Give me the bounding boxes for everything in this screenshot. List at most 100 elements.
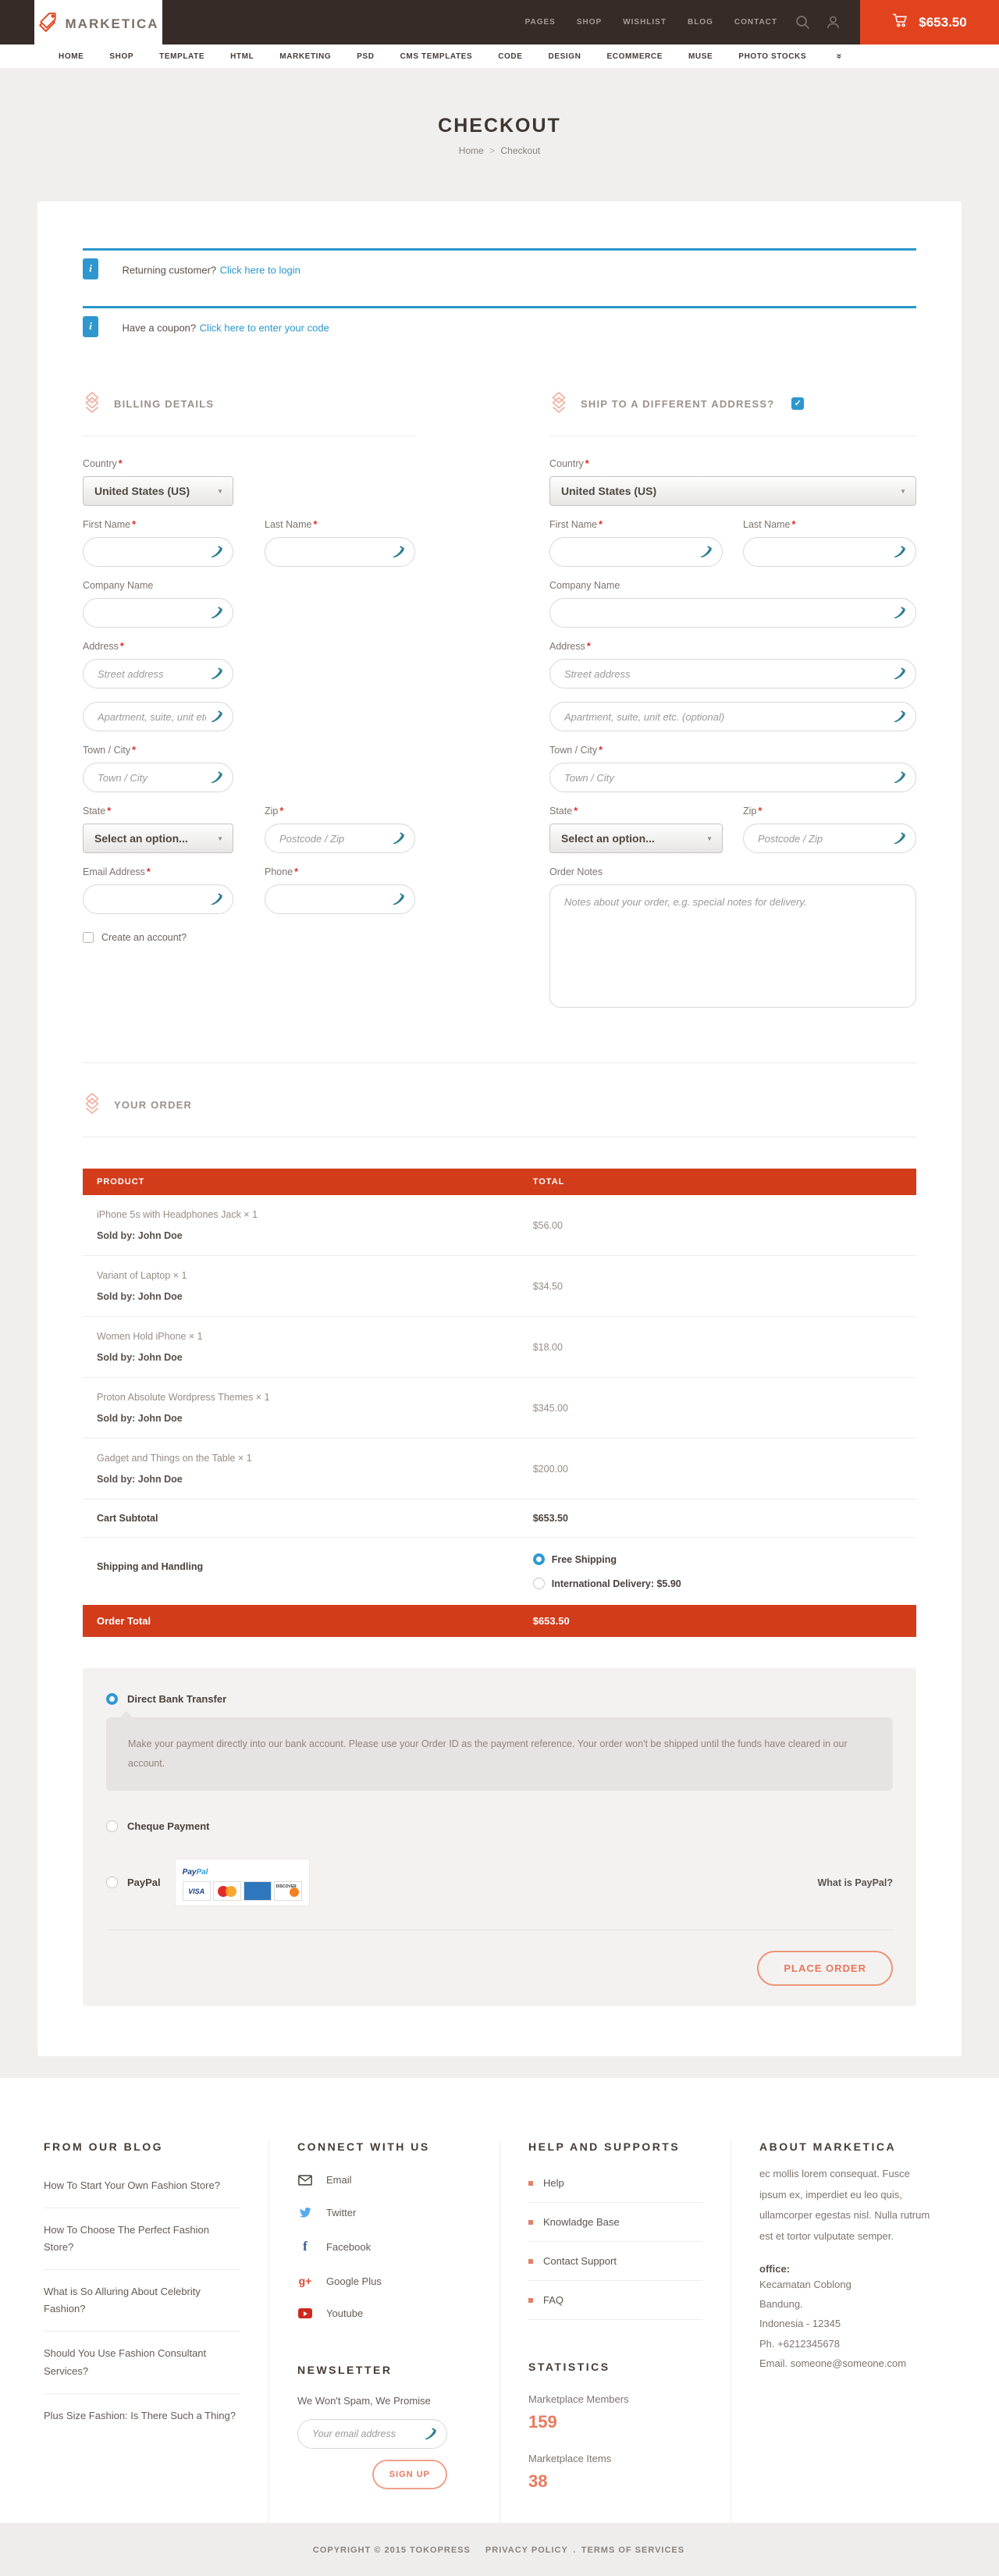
help-link[interactable]: Knowladge Base xyxy=(528,2203,702,2242)
free-shipping-radio[interactable] xyxy=(533,1553,545,1565)
billing-country-select[interactable]: United States (US)▼ xyxy=(83,476,233,506)
user-icon[interactable] xyxy=(825,14,841,30)
coupon-link[interactable]: Click here to enter your code xyxy=(200,322,329,334)
returning-customer-notice: i Returning customer? Click here to logi… xyxy=(83,248,916,300)
nav-muse[interactable]: MUSE xyxy=(688,52,713,61)
search-icon[interactable] xyxy=(795,14,811,30)
topnav-contact[interactable]: CONTACT xyxy=(734,18,777,27)
billing-heading: BILLING DETAILS xyxy=(114,398,214,410)
product-name: Proton Absolute Wordpress Themes × 1 xyxy=(97,1392,519,1403)
help-link[interactable]: Help xyxy=(528,2164,702,2203)
paypal-radio[interactable] xyxy=(106,1877,118,1888)
brand-name: MARKETICA xyxy=(66,16,159,32)
payment-section: Direct Bank Transfer Make your payment d… xyxy=(83,1668,916,2006)
blog-link[interactable]: Should You Use Fashion Consultant Servic… xyxy=(44,2332,240,2393)
last-name-label: Last Name* xyxy=(743,519,916,530)
shipping-last-name-input[interactable] xyxy=(743,537,916,567)
bank-transfer-radio[interactable] xyxy=(106,1693,118,1705)
signup-button[interactable]: SIGN UP xyxy=(372,2460,447,2489)
login-link[interactable]: Click here to login xyxy=(220,265,300,276)
social-twitter[interactable]: Twitter xyxy=(297,2196,471,2229)
youtube-icon xyxy=(297,2308,313,2318)
address-label: Address* xyxy=(549,641,916,652)
pen-icon xyxy=(893,710,906,723)
product-seller: Sold by: John Doe xyxy=(97,1413,519,1424)
pen-icon xyxy=(699,545,713,558)
privacy-policy-link[interactable]: PRIVACY POLICY xyxy=(485,2546,568,2555)
social-email[interactable]: Email xyxy=(297,2164,471,2196)
shipping-country-select[interactable]: United States (US)▼ xyxy=(549,476,916,506)
nav-home[interactable]: HOME xyxy=(59,52,84,61)
pen-icon xyxy=(893,667,906,680)
blog-link[interactable]: How To Choose The Perfect Fashion Store? xyxy=(44,2208,240,2270)
pen-icon xyxy=(893,831,906,845)
nav-code[interactable]: CODE xyxy=(498,52,522,61)
state-label: State* xyxy=(549,806,723,817)
blog-link[interactable]: How To Start Your Own Fashion Store? xyxy=(44,2164,240,2208)
order-notes-textarea[interactable] xyxy=(549,884,916,1008)
shipping-state-select[interactable]: Select an option...▼ xyxy=(549,824,723,853)
stat-value: 159 xyxy=(528,2412,702,2432)
blog-link[interactable]: Plus Size Fashion: Is There Such a Thing… xyxy=(44,2394,240,2438)
terms-link[interactable]: TERMS OF SERVICES xyxy=(581,2546,684,2555)
shipping-first-name-input[interactable] xyxy=(549,537,723,567)
shipping-company-input[interactable] xyxy=(549,598,916,628)
page-title: CHECKOUT xyxy=(0,115,999,137)
topnav-shop[interactable]: SHOP xyxy=(577,18,602,27)
pen-icon xyxy=(210,545,223,558)
shipping-label: Shipping and Handling xyxy=(83,1553,533,1572)
checkout-forms: BILLING DETAILS Country* United States (… xyxy=(83,392,916,1025)
nav-marketing[interactable]: MARKETING xyxy=(279,52,331,61)
help-link[interactable]: Contact Support xyxy=(528,2242,702,2281)
blog-link[interactable]: What is So Alluring About Celebrity Fash… xyxy=(44,2270,240,2332)
page-head: CHECKOUT Home > Checkout xyxy=(0,68,999,201)
shipping-town-input[interactable] xyxy=(549,763,916,792)
product-name: Gadget and Things on the Table × 1 xyxy=(97,1453,519,1464)
pen-icon xyxy=(210,892,223,906)
nav-shop[interactable]: SHOP xyxy=(109,52,133,61)
about-text: ec mollis lorem consequat. Fusce ipsum e… xyxy=(759,2164,933,2247)
cheque-payment-radio[interactable] xyxy=(106,1820,118,1832)
shipping-heading: SHIP TO A DIFFERENT ADDRESS? xyxy=(581,398,774,410)
nav-photo-stocks[interactable]: PHOTO STOCKS xyxy=(738,52,806,61)
stat-label: Marketplace Items xyxy=(528,2453,702,2464)
more-menu-icon[interactable]: » xyxy=(834,54,844,59)
social-youtube[interactable]: Youtube xyxy=(297,2297,471,2329)
shipping-zip-input[interactable] xyxy=(743,824,916,853)
chevron-down-icon: ▼ xyxy=(217,488,223,495)
order-total-value: $653.50 xyxy=(533,1605,916,1637)
first-name-label: First Name* xyxy=(83,519,233,530)
product-seller: Sold by: John Doe xyxy=(97,1291,519,1302)
paypal-logo: PayPal xyxy=(183,1868,208,1877)
place-order-button[interactable]: PLACE ORDER xyxy=(757,1951,893,1986)
topnav-wishlist[interactable]: WISHLIST xyxy=(623,18,667,27)
ship-different-checkbox[interactable]: ✓ xyxy=(791,397,804,410)
social-facebook[interactable]: f Facebook xyxy=(297,2229,471,2265)
help-link[interactable]: FAQ xyxy=(528,2281,702,2320)
nav-template[interactable]: TEMPLATE xyxy=(159,52,204,61)
create-account-checkbox[interactable] xyxy=(83,932,94,943)
bullet-icon xyxy=(528,2259,533,2264)
pen-icon xyxy=(893,545,906,558)
order-table: PRODUCT TOTAL iPhone 5s with Headphones … xyxy=(83,1169,916,1637)
logo[interactable]: MARKETICA xyxy=(34,0,162,48)
nav-design[interactable]: DESIGN xyxy=(549,52,581,61)
topnav-pages[interactable]: PAGES xyxy=(525,18,556,27)
shipping-street-input[interactable] xyxy=(549,659,916,688)
cart-button[interactable]: $653.50 xyxy=(860,0,999,44)
help-heading: HELP AND SUPPORTS xyxy=(528,2140,702,2153)
bullet-icon xyxy=(528,2298,533,2303)
nav-ecommerce[interactable]: ECOMMERCE xyxy=(606,52,663,61)
mastercard-icon xyxy=(213,1881,241,1901)
what-is-paypal-link[interactable]: What is PayPal? xyxy=(817,1877,893,1888)
social-googleplus[interactable]: g+ Google Plus xyxy=(297,2265,471,2297)
topnav-blog[interactable]: BLOG xyxy=(688,18,713,27)
pen-icon xyxy=(392,892,405,906)
breadcrumb-home[interactable]: Home xyxy=(459,145,484,156)
nav-psd[interactable]: PSD xyxy=(357,52,374,61)
nav-cms-templates[interactable]: CMS TEMPLATES xyxy=(400,52,473,61)
nav-html[interactable]: HTML xyxy=(230,52,254,61)
international-delivery-radio[interactable] xyxy=(533,1578,545,1589)
billing-state-select[interactable]: Select an option...▼ xyxy=(83,824,233,853)
shipping-apartment-input[interactable] xyxy=(549,702,916,731)
